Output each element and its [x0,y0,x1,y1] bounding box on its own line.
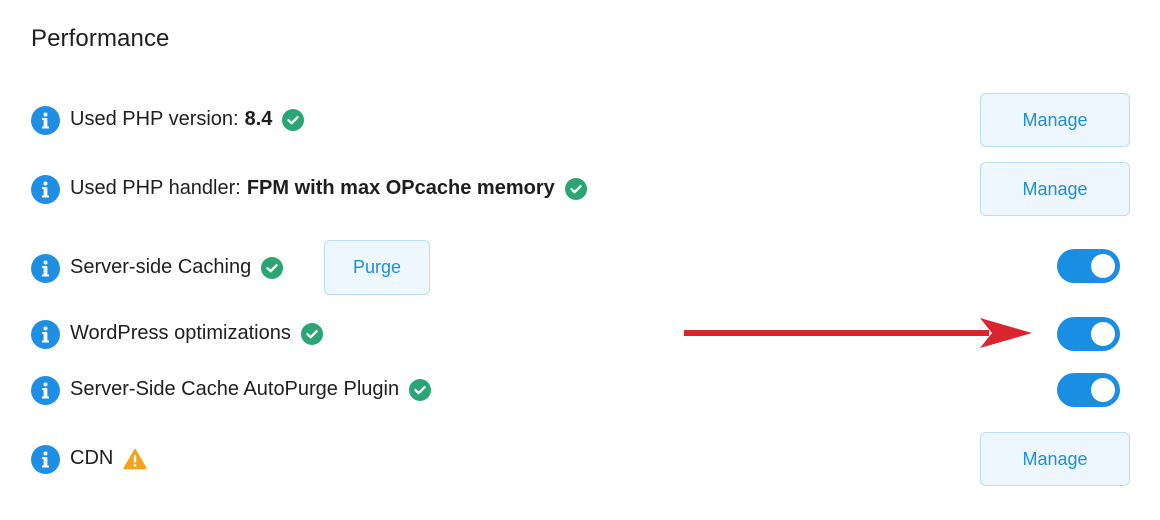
server-caching-label: Server-side Caching [70,256,284,279]
wp-optimizations-label: WordPress optimizations [70,322,323,345]
warning-triangle-icon [123,448,148,470]
php-handler-label: Used PHP handler: FPM with max OPcache m… [70,177,587,200]
check-circle-icon [564,177,587,200]
check-circle-icon [261,256,284,279]
wp-optimizations-toggle[interactable] [1057,317,1120,351]
info-icon[interactable] [31,106,60,135]
autopurge-plugin-label: Server-Side Cache AutoPurge Plugin [70,378,432,401]
check-circle-icon [409,378,432,401]
info-icon[interactable] [31,445,60,474]
php-handler-value: FPM with max OPcache memory [246,177,555,199]
cdn-row: CDN Manage [0,429,1160,489]
info-icon[interactable] [31,175,60,204]
check-circle-icon [300,322,323,345]
info-icon[interactable] [31,254,60,283]
server-caching-text: Server-side Caching [70,256,252,278]
cdn-text: CDN [70,447,114,469]
autopurge-plugin-text: Server-Side Cache AutoPurge Plugin [70,378,400,400]
php-version-value: 8.4 [244,108,273,130]
server-caching-row: Server-side Caching Purge [0,238,1160,298]
toggle-knob [1091,254,1115,278]
php-version-row: Used PHP version: 8.4 Manage [0,90,1160,150]
php-version-label: Used PHP version: 8.4 [70,108,305,131]
purge-cache-button[interactable]: Purge [324,240,430,295]
server-caching-toggle[interactable] [1057,249,1120,283]
wp-optimizations-text: WordPress optimizations [70,322,291,344]
cdn-manage-button[interactable]: Manage [980,432,1130,486]
cdn-label: CDN [70,447,148,470]
php-handler-text: Used PHP handler: [70,177,241,199]
php-handler-manage-button[interactable]: Manage [980,162,1130,216]
info-icon[interactable] [31,376,60,405]
toggle-knob [1091,378,1115,402]
autopurge-plugin-row: Server-Side Cache AutoPurge Plugin [0,360,1160,420]
toggle-knob [1091,322,1115,346]
check-circle-icon [282,108,305,131]
page-title: Performance [31,25,170,52]
annotation-arrow [684,315,1034,351]
php-version-manage-button[interactable]: Manage [980,93,1130,147]
php-version-text: Used PHP version: [70,108,239,130]
php-handler-row: Used PHP handler: FPM with max OPcache m… [0,159,1160,219]
info-icon[interactable] [31,320,60,349]
autopurge-plugin-toggle[interactable] [1057,373,1120,407]
